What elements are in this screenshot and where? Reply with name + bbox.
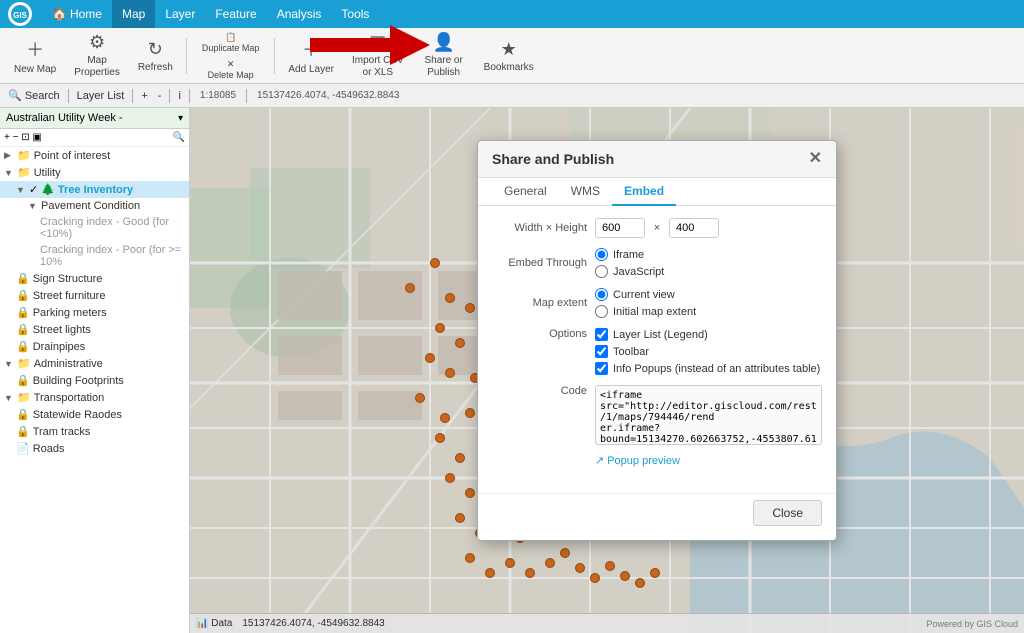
embed-through-row: Embed Through Iframe JavaScript [492,248,822,278]
sidebar-search-icon[interactable]: 🔍 [173,132,185,143]
extent-initial-option[interactable]: Initial map extent [595,305,696,318]
map-properties-icon: ⚙ [89,32,105,53]
map-properties-button[interactable]: ⚙ MapProperties [66,32,128,80]
nav-layer[interactable]: Layer [155,0,205,28]
import-csv-icon: ▦ [369,32,386,53]
embed-iframe-option[interactable]: Iframe [595,248,664,261]
add-layer-icon: ＋ [302,36,320,62]
sidebar-item-street-furniture[interactable]: 🔒 Street furniture [0,287,189,304]
sidebar-item-tree-inventory[interactable]: ▼ ✓ 🌲 Tree Inventory [0,181,189,198]
info-button[interactable]: i [174,88,184,104]
scale-display: 1:18085 [194,90,242,101]
tab-wms[interactable]: WMS [559,178,612,206]
new-map-button[interactable]: ＋ New Map [6,32,64,80]
sidebar-item-drainpipes[interactable]: 🔒 Drainpipes [0,338,189,355]
sidebar-item-administrative[interactable]: ▼ 📁 Administrative [0,355,189,372]
popup-preview-icon: ↗ [595,454,604,467]
maptools-row: 🔍 Search Layer List + - i 1:18085 151374… [0,84,1024,108]
gis-cloud-logo: GIS [8,2,32,26]
option-toolbar[interactable]: Toolbar [595,345,820,358]
zoom-out-button[interactable]: - [154,88,166,104]
extent-current-option[interactable]: Current view [595,288,696,301]
toolbar: ＋ New Map ⚙ MapProperties ↻ Refresh 📋 Du… [0,28,1024,84]
add-layer-button[interactable]: ＋ Add Layer [280,32,342,80]
options-checkboxes: Layer List (Legend) Toolbar Info Popups … [595,328,820,375]
sidebar-item-parking-meters[interactable]: 🔒 Parking meters [0,304,189,321]
maptool-sep-4 [189,89,190,103]
code-row: Code ↗ Popup preview [492,385,822,467]
modal-overlay: Share and Publish ✕ General WMS Embed Wi… [190,108,1024,633]
sidebar-item-pavement-condition[interactable]: ▼ Pavement Condition [0,198,189,214]
zoom-in-button[interactable]: + [137,88,151,104]
svg-text:GIS: GIS [13,11,27,20]
sidebar-header: Australian Utility Week - ▾ [0,108,189,129]
sidebar-item-transportation[interactable]: ▼ 📁 Transportation [0,389,189,406]
nav-map[interactable]: Map [112,0,155,28]
tab-general[interactable]: General [492,178,559,206]
new-map-icon: ＋ [26,36,44,62]
layer-list-button[interactable]: Layer List [73,88,129,104]
nav-feature[interactable]: Feature [205,0,266,28]
options-row: Options Layer List (Legend) Toolbar Info… [492,328,822,375]
search-button[interactable]: 🔍 Search [4,87,64,104]
width-input[interactable] [595,218,645,238]
modal-close-button[interactable]: ✕ [809,151,822,167]
modal-title: Share and Publish ✕ [478,141,836,178]
bookmarks-button[interactable]: ★ Bookmarks [476,32,542,80]
refresh-icon: ↻ [148,39,163,60]
option-layer-list[interactable]: Layer List (Legend) [595,328,820,341]
delete-map-button[interactable]: ✕ Delete Map [196,57,266,82]
map-extent-row: Map extent Current view Initial map exte… [492,288,822,318]
modal-tabs: General WMS Embed [478,178,836,206]
maptool-sep-5 [246,89,247,103]
nav-tools[interactable]: Tools [331,0,379,28]
sidebar-item-sign-structure[interactable]: 🔒 Sign Structure [0,270,189,287]
close-button[interactable]: Close [753,500,822,526]
duplicate-map-icon: 📋 [225,32,236,43]
map-extent-options: Current view Initial map extent [595,288,696,318]
share-publish-icon: 👤 [432,32,454,53]
popup-preview-link[interactable]: ↗ Popup preview [595,454,822,467]
modal-footer: Close [478,493,836,530]
sidebar-item-utility[interactable]: ▼ 📁 Utility [0,164,189,181]
sidebar-item-statewide-roads[interactable]: 🔒 Statewide Raodes [0,406,189,423]
sidebar-item-point-of-interest[interactable]: ▶ 📁 Point of interest [0,147,189,164]
modal-body: Width × Height × Embed Through Iframe [478,206,836,489]
sidebar-zoom-controls[interactable]: + − ⊡ ▣ [4,132,42,143]
dimensions-row: Width × Height × [492,218,822,238]
topbar: GIS 🏠 Home Map Layer Feature Analysis To… [0,0,1024,28]
nav-analysis[interactable]: Analysis [267,0,332,28]
sidebar-item-street-lights[interactable]: 🔒 Street lights [0,321,189,338]
main-area: Australian Utility Week - ▾ + − ⊡ ▣ 🔍 ▶ … [0,108,1024,633]
maptool-sep-3 [169,89,170,103]
tab-embed[interactable]: Embed [612,178,676,206]
option-info-popups[interactable]: Info Popups (instead of an attributes ta… [595,362,820,375]
sidebar-item-cracking-poor[interactable]: Cracking index - Poor (for >= 10% [0,242,189,270]
toolbar-separator-1 [186,38,187,74]
sidebar-item-roads[interactable]: 📄 Roads [0,440,189,457]
sidebar: Australian Utility Week - ▾ + − ⊡ ▣ 🔍 ▶ … [0,108,190,633]
sidebar-item-building-footprints[interactable]: 🔒 Building Footprints [0,372,189,389]
coords-display: 15137426.4074, -4549632.8843 [251,90,405,101]
embed-through-options: Iframe JavaScript [595,248,664,278]
delete-map-icon: ✕ [227,59,235,70]
sidebar-item-tram-tracks[interactable]: 🔒 Tram tracks [0,423,189,440]
home-icon: 🏠 [52,7,67,21]
nav-home[interactable]: 🏠 Home [42,0,112,28]
refresh-button[interactable]: ↻ Refresh [130,32,181,80]
share-publish-modal: Share and Publish ✕ General WMS Embed Wi… [477,140,837,541]
height-input[interactable] [669,218,719,238]
sidebar-item-cracking-good[interactable]: Cracking index - Good (for <10%) [0,214,189,242]
bookmarks-icon: ★ [501,39,517,60]
maptool-sep-1 [68,89,69,103]
share-publish-button[interactable]: 👤 Share orPublish [414,32,474,80]
maptool-sep-2 [132,89,133,103]
embed-code-textarea[interactable] [595,385,822,445]
embed-javascript-option[interactable]: JavaScript [595,265,664,278]
import-csv-button[interactable]: ▦ Import CSVor XLS [344,32,412,80]
map-area[interactable]: 📊 Data 15137426.4074, -4549632.8843 Powe… [190,108,1024,633]
duplicate-map-button[interactable]: 📋 Duplicate Map [196,30,266,55]
toolbar-separator-2 [274,38,275,74]
